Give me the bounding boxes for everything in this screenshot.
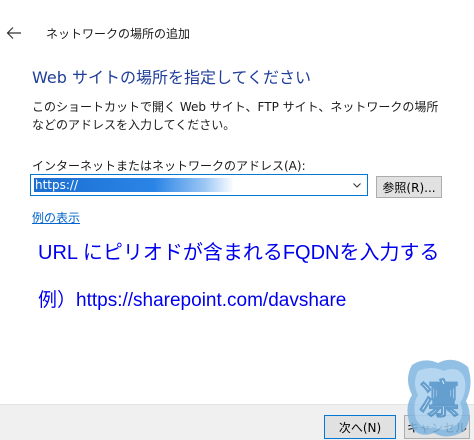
- browse-button[interactable]: 参照(R)...: [376, 176, 442, 198]
- show-examples-link[interactable]: 例の表示: [32, 209, 80, 226]
- watermark-glyph: 凛: [419, 377, 459, 423]
- footer-bar: 次へ(N) キャンセル: [0, 404, 474, 440]
- instruction-text: このショートカットで開く Web サイト、FTP サイト、ネットワークの場所など…: [32, 100, 439, 132]
- annotation-example-url: 例）https://sharepoint.com/davshare: [38, 290, 347, 311]
- window-title: ネットワークの場所の追加: [46, 27, 191, 41]
- address-combobox[interactable]: https://: [30, 174, 368, 196]
- address-label: インターネットまたはネットワークのアドレス(A):: [32, 159, 306, 173]
- back-arrow-icon[interactable]: [6, 26, 22, 40]
- next-button[interactable]: 次へ(N): [324, 415, 396, 439]
- add-network-location-window: ネットワークの場所の追加 Web サイトの場所を指定してください このショートカ…: [0, 0, 474, 440]
- page-heading: Web サイトの場所を指定してください: [32, 68, 312, 87]
- titlebar: ネットワークの場所の追加: [0, 0, 474, 48]
- annotation-fqdn-note: URL にピリオドが含まれるFQDNを入力する: [38, 242, 440, 264]
- address-input[interactable]: https://: [35, 178, 78, 192]
- chevron-down-icon[interactable]: [351, 179, 363, 191]
- watermark-logo: 凛: [407, 359, 471, 437]
